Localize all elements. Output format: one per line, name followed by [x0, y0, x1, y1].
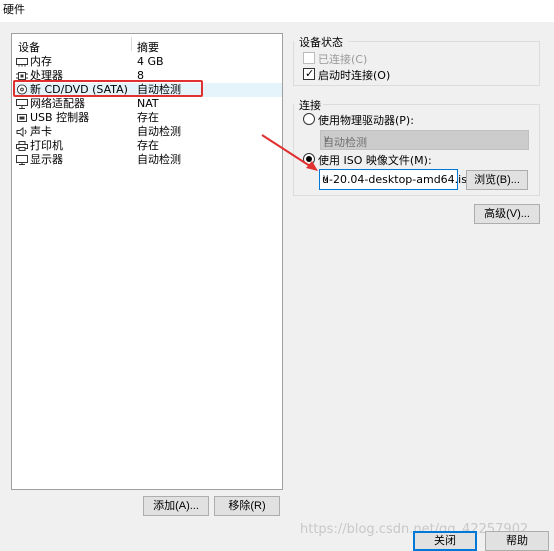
- help-button[interactable]: 帮助: [485, 531, 549, 551]
- close-button[interactable]: 关闭: [413, 531, 477, 551]
- annotation-arrow-icon: [261, 134, 318, 171]
